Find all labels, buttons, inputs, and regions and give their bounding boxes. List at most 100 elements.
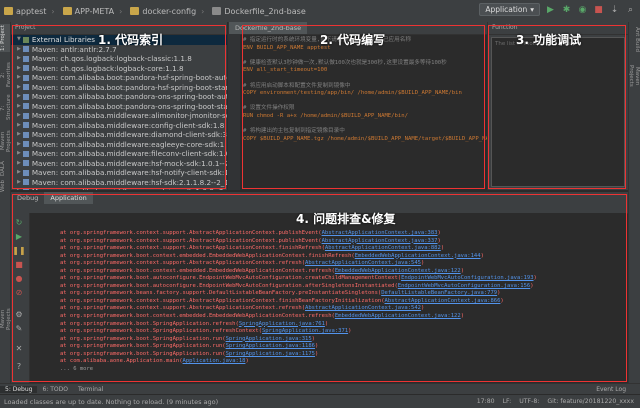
source-link[interactable]: SpringApplication.java:761 [239, 321, 325, 327]
tab-terminal[interactable]: Terminal [73, 386, 108, 393]
source-link[interactable]: EndpointWebMvcAutoConfiguration.java:156 [398, 283, 530, 289]
tree-node-library[interactable]: ▶ Maven: com.alibaba.middleware:diamond-c… [11, 130, 227, 140]
stop-icon[interactable]: ■ [14, 259, 24, 269]
tools-tree[interactable]: The list of tools tree is empty [491, 37, 625, 187]
chevron-right-icon: › [119, 6, 123, 16]
tree-node-library[interactable]: ▶ Maven: com.alibaba.boot:pandora-hsf-spr… [11, 83, 227, 93]
tab-ant-build[interactable]: Ant Build [630, 26, 640, 52]
tree-node-library[interactable]: ▶ Maven: com.alibaba.middleware:eagleeye-… [11, 140, 227, 150]
tree-node-library[interactable]: ▶ Maven: com.alibaba.boot:pandora-ons-spr… [11, 102, 227, 112]
run-icon[interactable]: ▶ [545, 4, 556, 15]
left-tool-strip: 1: Project 2: Favorites 7: Structure Mav… [0, 22, 12, 394]
tab-structure[interactable]: 7: Structure [0, 94, 12, 120]
console-line: at org.springframework.boot.SpringApplic… [30, 343, 627, 351]
mute-breakpoints-icon[interactable]: ⊘ [14, 287, 24, 297]
stack-frame: at org.springframework.boot.autoconfigur… [60, 275, 402, 282]
cursor-position[interactable]: 17:80 [477, 398, 495, 405]
source-link[interactable]: SpringApplication.java:1186 [226, 343, 315, 349]
tree-node-library[interactable]: ▶ Maven: ch.qos.logback:logback-classic:1… [11, 54, 227, 64]
file-encoding[interactable]: UTF-8: [519, 398, 539, 405]
breadcrumb-0[interactable]: apptest › [0, 7, 59, 16]
code-area[interactable]: # 指定运行时的系统环境变量,如下请替换appName为自己应用名称 ENV BU… [229, 35, 487, 143]
library-label: Maven: com.alibaba.middleware:metrics-sd… [32, 187, 227, 190]
coverage-icon[interactable]: ◉ [577, 4, 588, 15]
source-link[interactable]: AbstractApplicationContext.java:882 [325, 245, 441, 251]
pause-icon[interactable]: ❚❚ [12, 245, 25, 255]
pin-icon[interactable]: ✎ [14, 323, 24, 333]
rerun-icon[interactable]: ↻ [14, 217, 24, 227]
chevron-down-icon: ▼ [17, 36, 21, 42]
close-icon[interactable]: ✕ [14, 343, 24, 353]
source-link[interactable]: SpringApplication.java:315 [226, 336, 312, 342]
breadcrumb-3[interactable]: Dockerfile_2nd-base [208, 7, 309, 16]
tree-node-library[interactable]: ▶ Maven: com.alibaba.middleware:hsf-notif… [11, 168, 227, 178]
stack-frame: at org.springframework.boot.SpringApplic… [60, 335, 226, 342]
tree-node-library[interactable]: ▶ Maven: com.alibaba.boot:pandora-ons-spr… [11, 92, 227, 102]
stack-frame-end: ) [533, 275, 537, 282]
source-link[interactable]: EndpointWebMvcAutoConfiguration.java:193 [401, 275, 533, 281]
source-link[interactable]: EmbeddedWebApplicationContext.java:144 [355, 253, 481, 259]
console-line: at org.springframework.context.support.A… [30, 238, 627, 246]
chevron-right-icon: ▶ [17, 93, 21, 99]
tree-node-library[interactable]: ▶ Maven: com.alibaba.middleware:hsf-sdk:2… [11, 178, 227, 188]
git-branch[interactable]: Git: feature/20181220_xxxx [547, 398, 634, 405]
stack-frame-end: ) [245, 358, 249, 365]
git-update-icon[interactable]: ⇣ [609, 4, 620, 15]
tab-maven-projects[interactable]: Maven Projects [0, 124, 12, 158]
stack-frame: at org.springframework.context.support.A… [60, 237, 322, 244]
console-line: at org.springframework.boot.context.embe… [30, 253, 627, 261]
tab-dala[interactable]: DALA [0, 161, 10, 176]
source-link[interactable]: EmbeddedWebApplicationContext.java:122 [335, 313, 461, 319]
library-icon [22, 169, 29, 176]
source-link[interactable]: EmbeddedWebApplicationContext.java:122 [335, 268, 461, 274]
stack-frame-end: ) [437, 237, 441, 244]
resume-icon[interactable]: ▶ [14, 231, 24, 241]
source-link[interactable]: SpringApplication.java:1175 [226, 351, 315, 357]
source-link[interactable]: DefaultListableBeanFactory.java:779 [381, 290, 497, 296]
source-link[interactable]: Application.java:18 [183, 358, 246, 364]
library-icon [22, 74, 29, 81]
tab-maven-projects-2[interactable]: Maven Projects [0, 302, 12, 336]
source-link[interactable]: AbstractApplicationContext.java:866 [385, 298, 501, 304]
breakpoints-icon[interactable]: ● [14, 273, 24, 283]
source-link[interactable]: AbstractApplicationContext.java:337 [322, 238, 438, 244]
run-configuration-select[interactable]: Application ▾ [479, 3, 540, 16]
stack-frame: at org.springframework.boot.SpringApplic… [60, 343, 226, 350]
stack-frame: ... 6 more [60, 365, 94, 372]
tab-dockerfile[interactable]: Dockerfile_2nd-base [229, 22, 308, 34]
line-separator[interactable]: LF: [503, 398, 512, 405]
stack-frame-end: ) [420, 260, 425, 267]
tree-node-library[interactable]: ▶ Maven: com.alibaba.boot:pandora-hsf-spr… [11, 73, 227, 83]
console-line: at org.springframework.beans.factory.sup… [30, 290, 627, 298]
tree-node-library[interactable]: ▶ Maven: com.alibaba.middleware:fileconv-… [11, 149, 227, 159]
console-line: at org.springframework.boot.autoconfigur… [30, 283, 627, 291]
tree-node-library[interactable]: ▶ Maven: com.alibaba.middleware:metrics-s… [11, 187, 227, 190]
tab-maven-projects-right[interactable]: Maven Projects [628, 58, 640, 94]
debug-icon[interactable]: ✱ [561, 4, 572, 15]
source-link[interactable]: SpringApplication.java:371 [262, 328, 348, 334]
tab-favorites[interactable]: 2: Favorites [0, 62, 12, 88]
tab-application[interactable]: Application [44, 192, 93, 204]
tab-todo[interactable]: 6: TODO [37, 386, 72, 393]
stop-icon[interactable]: ■ [593, 4, 604, 15]
chevron-right-icon: ▶ [17, 178, 21, 185]
search-icon[interactable]: ⌕ [625, 4, 636, 15]
console-output[interactable]: at org.springframework.context.support.A… [30, 213, 627, 383]
tree-node-library[interactable]: ▶ Maven: com.alibaba.middleware:hsf-mock-… [11, 159, 227, 169]
library-icon [22, 93, 29, 100]
breadcrumb-2[interactable]: docker-config › [126, 7, 208, 16]
tab-web[interactable]: Web [0, 180, 10, 192]
source-link[interactable]: AbstractApplicationContext.java:542 [305, 305, 421, 311]
tree-node-library[interactable]: ▶ Maven: com.alibaba.middleware:config-cl… [11, 121, 227, 131]
help-icon[interactable]: ? [14, 361, 24, 371]
event-log-button[interactable]: Event Log [596, 386, 626, 393]
settings-icon[interactable]: ⚙ [14, 309, 24, 319]
source-link[interactable]: AbstractApplicationContext.java:383 [322, 230, 438, 236]
source-link[interactable]: AbstractApplicationContext.java:545 [305, 260, 421, 266]
tab-project[interactable]: 1: Project [0, 24, 10, 52]
breadcrumb-1[interactable]: APP-META › [59, 7, 127, 16]
tab-debug[interactable]: 5: Debug [0, 386, 38, 393]
tree-node-library[interactable]: ▶ Maven: ch.qos.logback:logback-core:1.1.… [11, 64, 227, 74]
tree-node-library[interactable]: ▶ Maven: com.alibaba.middleware:alimonito… [11, 111, 227, 121]
